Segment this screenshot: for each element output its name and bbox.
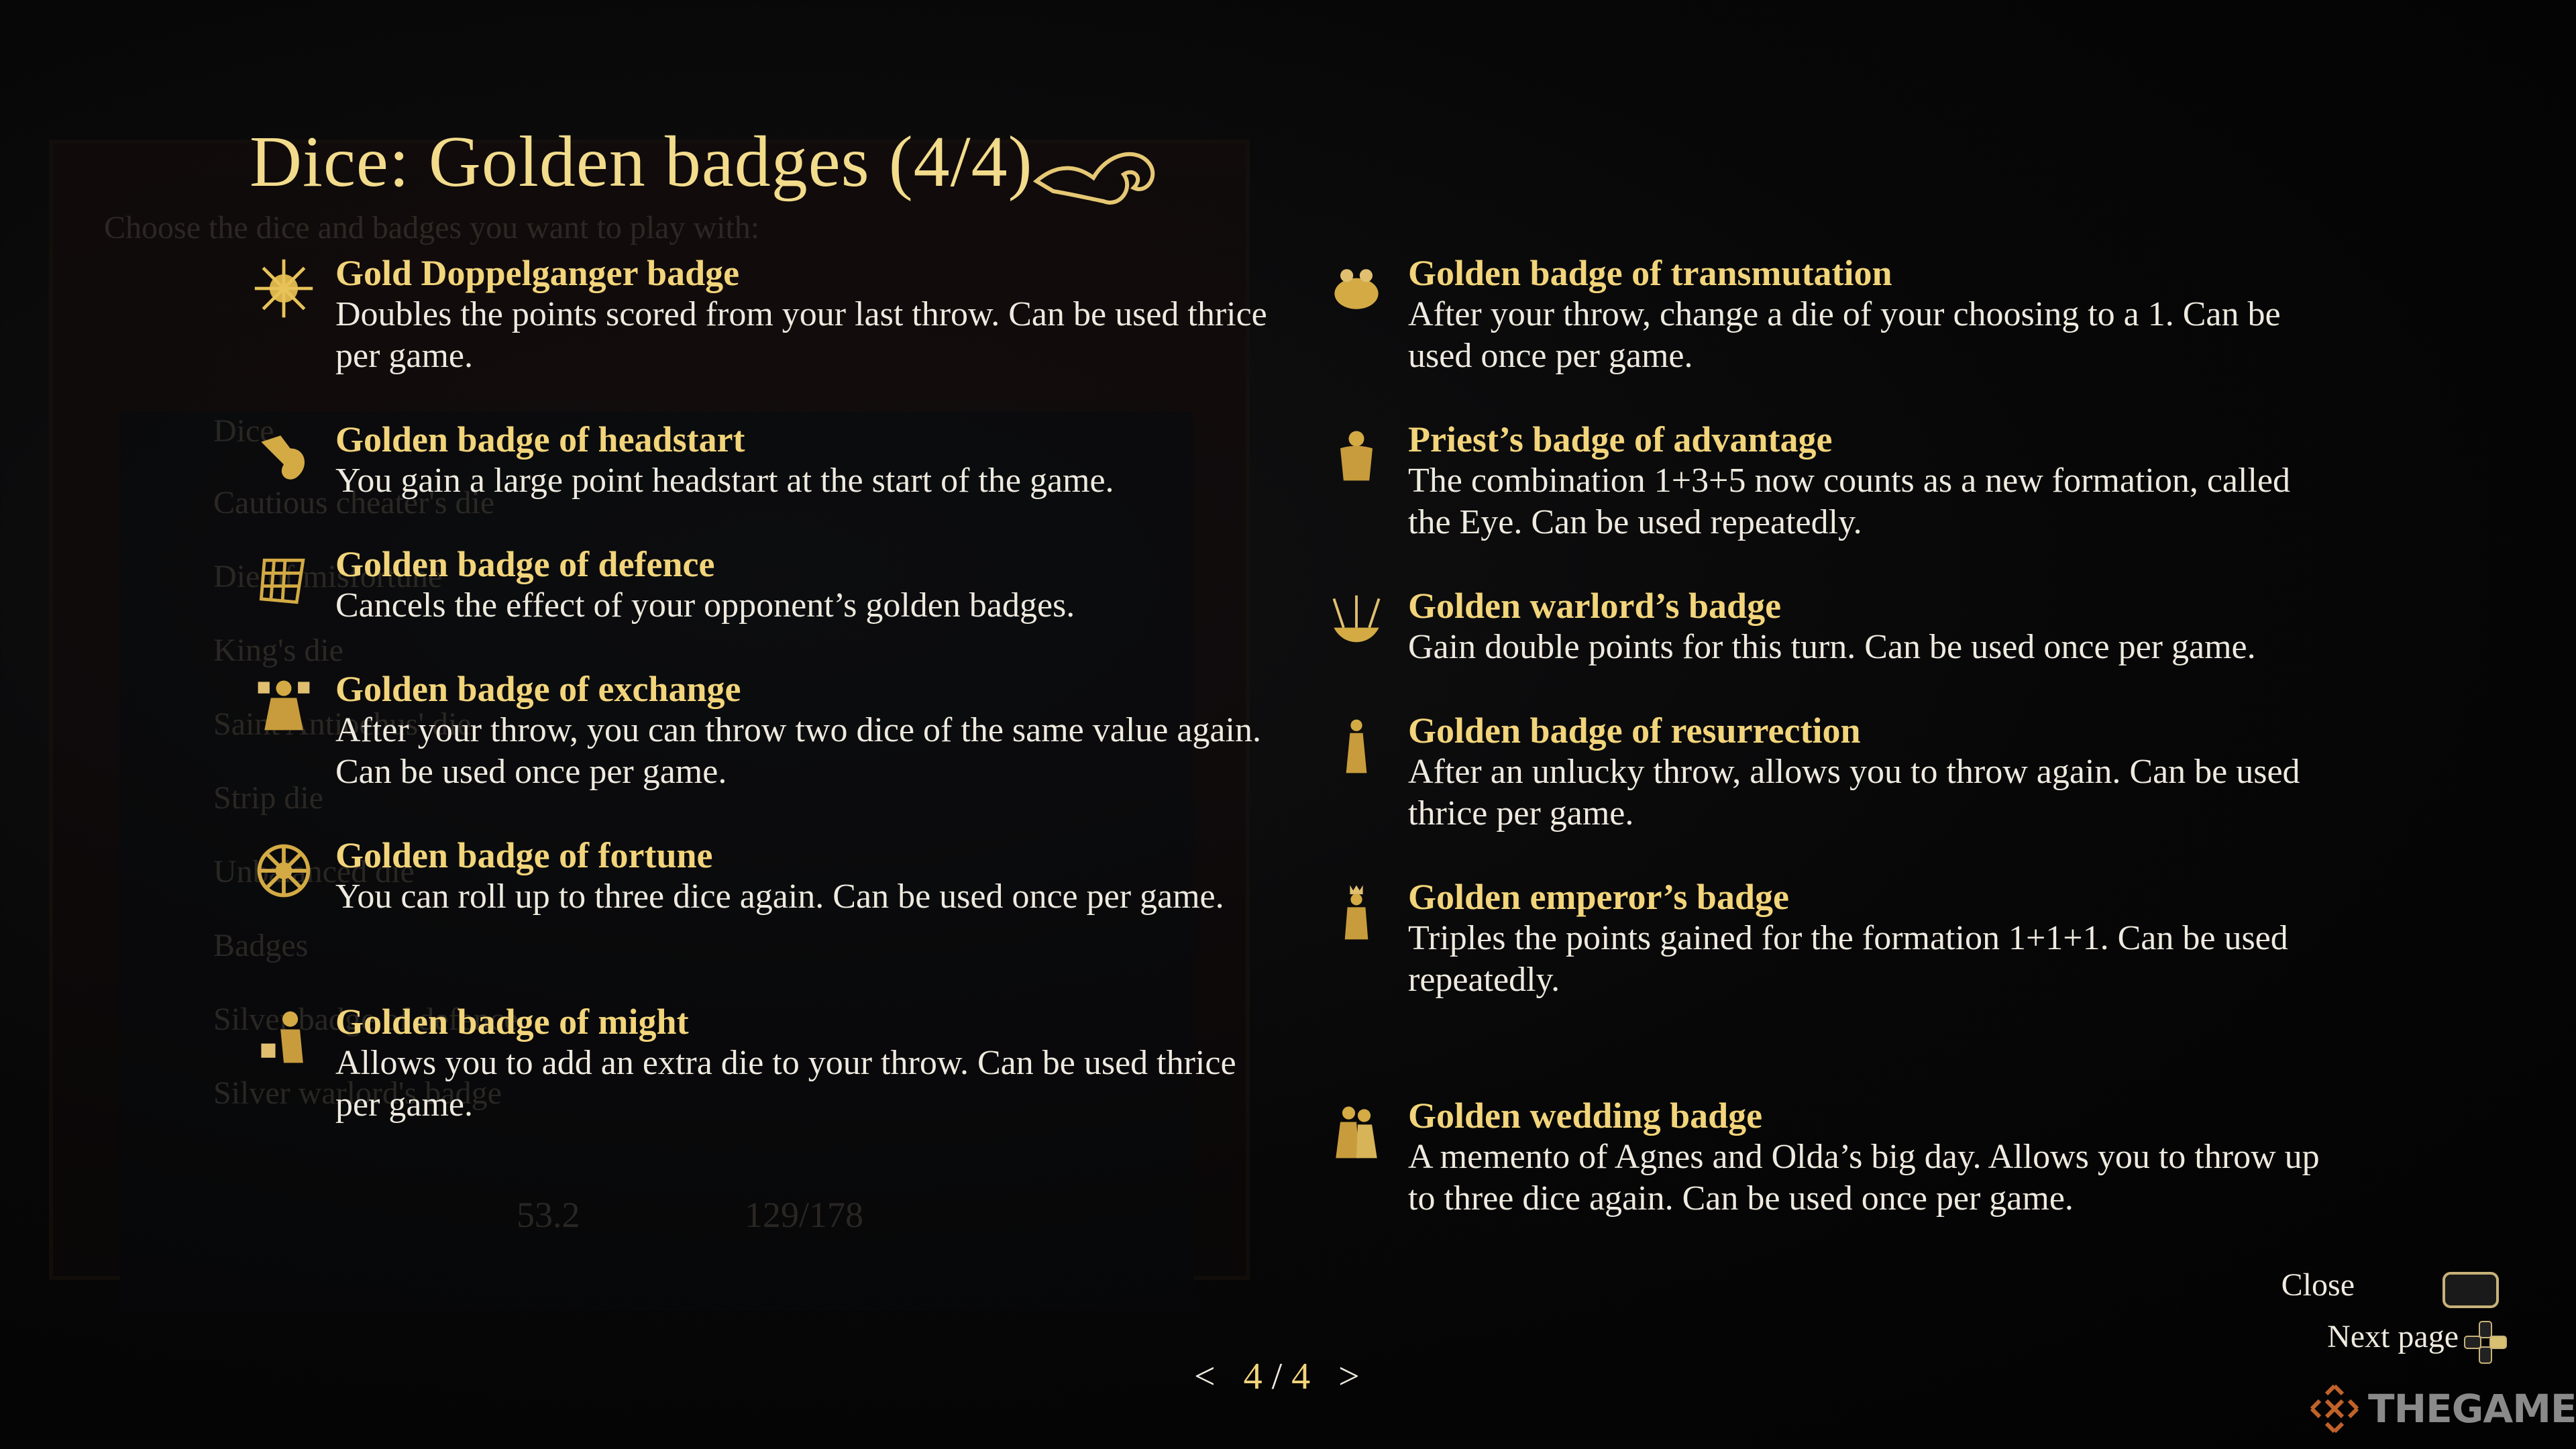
figure-icon [258, 680, 310, 731]
dragon-icon [261, 435, 305, 480]
thegamer-logo: THEGAMER [2308, 1382, 2576, 1436]
badge-name: Golden badge of headstart [335, 419, 745, 460]
badge-description: A memento of Agnes and Olda’s big day. A… [1408, 1138, 2320, 1218]
badge-description: Triples the points gained for the format… [1408, 919, 2288, 999]
badge-description: After an unlucky throw, allows you to th… [1408, 753, 2300, 833]
badge-description: Doubles the points scored from your last… [335, 295, 1267, 375]
prev-page-button[interactable]: < [1194, 1356, 1216, 1397]
couple-icon [1336, 1106, 1377, 1159]
badge-entry: Golden emperor’s badge Triples the point… [1344, 876, 2334, 1001]
badge-entry: Golden badge of defence Cancels the effe… [259, 543, 1275, 627]
badge-entry: Golden badge of headstart You gain a lar… [261, 419, 1275, 502]
next-page-arrow-button[interactable]: > [1338, 1356, 1360, 1397]
touchpad-button-icon [2443, 1272, 2499, 1308]
badge-description: You gain a large point headstart at the … [335, 462, 1114, 500]
badge-name: Golden badge of exchange [335, 669, 741, 709]
flourish-ornament-icon [1033, 152, 1155, 205]
badge-entry: Golden badge of transmutation After your… [1334, 252, 2334, 377]
badge-description: Allows you to add an extra die to your t… [335, 1044, 1236, 1124]
badge-entry: Golden wedding badge A memento of Agnes … [1336, 1095, 2334, 1220]
badge-description: The combination 1+3+5 now counts as a ne… [1408, 462, 2290, 541]
page-title: Dice: Golden badges (4/4) [250, 122, 1033, 202]
badge-description: After your throw, change a die of your c… [1408, 295, 2281, 375]
badge-entry: Golden badge of exchange After your thro… [258, 668, 1275, 793]
badge-name: Golden badge of transmutation [1408, 253, 1892, 293]
close-hint[interactable]: Close [2282, 1267, 2355, 1303]
crown-icon [1332, 595, 1381, 643]
priest-icon [1340, 431, 1373, 481]
pagination: < 4 / 4 > [1194, 1355, 1360, 1398]
badge-description: Gain double points for this turn. Can be… [1408, 628, 2256, 666]
badge-name: Golden badge of might [335, 1002, 689, 1042]
badge-name: Priest’s badge of advantage [1408, 419, 1833, 460]
close-label: Close [2281, 1267, 2355, 1303]
grid-shield-icon [259, 558, 305, 604]
thegamer-logo-icon [2310, 1384, 2359, 1434]
badge-description: Cancels the effect of your opponent’s go… [335, 586, 1075, 625]
frog-icon [1334, 269, 1379, 309]
badge-entry: Golden badge of might Allows you to add … [261, 1001, 1275, 1126]
next-page-label: Next page [2327, 1319, 2459, 1354]
badge-entry: Priest’s badge of advantage The combinat… [1340, 419, 2334, 543]
badge-name: Gold Doppelganger badge [335, 253, 740, 293]
badge-entry: Golden warlord’s badge Gain double point… [1332, 585, 2334, 668]
next-page-hint[interactable]: Next page [2327, 1318, 2459, 1355]
current-page: 4 [1243, 1356, 1263, 1397]
badge-entry: Golden badge of resurrection After an un… [1346, 710, 2334, 835]
badge-description: You can roll up to three dice again. Can… [335, 877, 1224, 916]
sun-icon [254, 259, 313, 318]
emperor-icon [1344, 885, 1368, 940]
badge-name: Golden emperor’s badge [1408, 877, 1789, 917]
watermark-text: THEGAMER [2368, 1386, 2576, 1432]
badge-description: After your throw, you can throw two dice… [335, 711, 1261, 791]
badge-name: Golden warlord’s badge [1408, 586, 1782, 626]
badge-name: Golden badge of fortune [335, 835, 713, 875]
total-pages: 4 [1291, 1356, 1311, 1397]
wheel-icon [257, 844, 311, 898]
saint-icon [1346, 719, 1367, 773]
strongman-icon [261, 1011, 303, 1063]
dpad-right-icon [2464, 1321, 2507, 1364]
badge-entry: Gold Doppelganger badge Doubles the poin… [254, 252, 1275, 377]
badge-name: Golden badge of resurrection [1408, 710, 1861, 751]
badge-name: Golden wedding badge [1408, 1095, 1763, 1136]
page-separator: / [1271, 1356, 1283, 1397]
badge-entry: Golden badge of fortune You can roll up … [257, 835, 1275, 918]
badge-name: Golden badge of defence [335, 544, 715, 584]
